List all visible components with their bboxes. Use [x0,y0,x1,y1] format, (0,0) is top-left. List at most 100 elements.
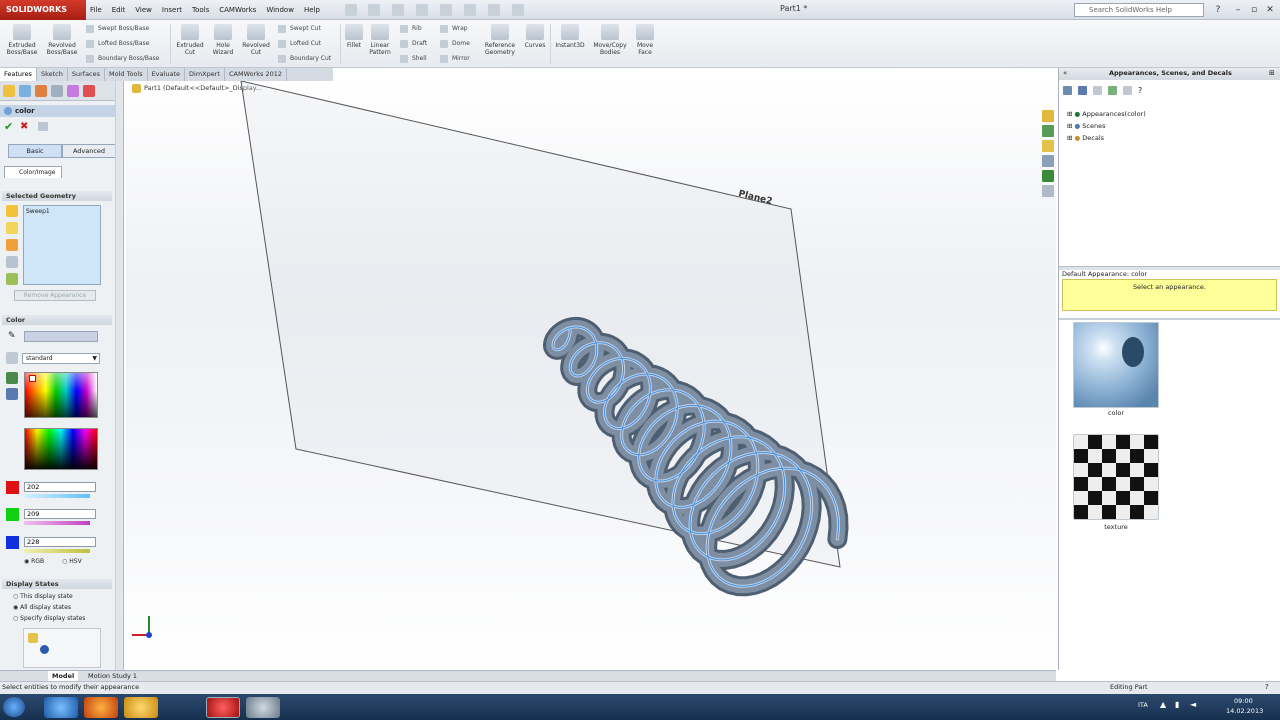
color-appearance-thumbnail[interactable] [1073,322,1159,408]
pushpin-icon[interactable] [38,122,48,131]
move-face-button[interactable]: Move Face [632,24,658,56]
move-copy-bodies-button[interactable]: Move/Copy Bodies [590,24,630,56]
blue-value-input[interactable] [24,537,96,547]
remove-appearance-button[interactable]: Remove Appearance [14,290,96,301]
camworks-icon[interactable] [83,85,95,97]
display-states-header[interactable]: Display States [2,579,112,589]
panel-scrollbar[interactable] [115,81,123,670]
property-manager-icon[interactable] [19,85,31,97]
up-icon[interactable] [1093,86,1102,95]
tree-item-appearances[interactable]: ⊞ ● Appearances(color) [1067,108,1146,120]
model-tab[interactable]: Model [48,671,79,681]
pin-icon[interactable]: ⊞ [1269,69,1275,77]
firefox-icon[interactable] [84,697,118,718]
file-explorer-tab-icon[interactable] [1042,140,1054,152]
linear-pattern-button[interactable]: Linear Pattern [366,24,394,56]
minimize-icon[interactable]: – [1232,4,1244,16]
menu-view[interactable]: View [135,3,152,17]
filter-icon[interactable] [6,273,18,285]
collapse-arrow-icon[interactable]: « [1063,69,1067,77]
select-body-icon[interactable] [6,256,18,268]
tree-item-scenes[interactable]: ⊞ ● Scenes [1067,120,1146,132]
rebuild-icon[interactable] [488,4,500,16]
volume-icon[interactable]: ◄ [1190,700,1196,709]
texture-appearance-thumbnail[interactable] [1073,434,1159,520]
menu-tools[interactable]: Tools [192,3,209,17]
menu-help[interactable]: Help [304,3,320,17]
instant3d-button[interactable]: Instant3D [554,24,586,49]
wrap-button[interactable]: Wrap [440,23,468,35]
select-part-icon[interactable] [6,205,18,217]
forward-icon[interactable] [1078,86,1087,95]
print-icon[interactable] [416,4,428,16]
menu-file[interactable]: File [90,3,102,17]
selected-geometry-header[interactable]: Selected Geometry [2,191,112,201]
menu-camworks[interactable]: CAMWorks [219,3,256,17]
boundary-boss-button[interactable]: Boundary Boss/Base [86,53,159,65]
tab-sketch[interactable]: Sketch [37,68,68,81]
options-icon[interactable] [512,4,524,16]
add-location-icon[interactable] [1108,86,1117,95]
network-icon[interactable]: ▮ [1175,700,1179,709]
lofted-boss-button[interactable]: Lofted Boss/Base [86,38,149,50]
select-feature-icon[interactable] [6,239,18,251]
selected-swatch[interactable] [29,375,36,382]
tab-dimxpert[interactable]: DimXpert [185,68,225,81]
extruded-boss-button[interactable]: Extruded Boss/Base [4,24,40,56]
menu-insert[interactable]: Insert [162,3,182,17]
language-indicator[interactable]: ITA [1138,701,1148,709]
color-spectrum[interactable] [24,428,98,470]
green-value-input[interactable] [24,509,96,519]
hsv-radio[interactable]: ○ HSV [62,558,82,565]
color-header[interactable]: Color [2,315,112,325]
color-swatches-grid[interactable] [24,372,98,418]
solidworks-taskbar-icon[interactable] [206,697,240,718]
solidworks-logo[interactable]: SOLIDWORKS [0,0,86,20]
swept-boss-button[interactable]: Swept Boss/Base [86,23,149,35]
motion-study-tab[interactable]: Motion Study 1 [84,671,141,681]
green-slider[interactable] [24,521,90,525]
tray-arrow-icon[interactable]: ▲ [1160,700,1166,709]
fillet-button[interactable]: Fillet [344,24,364,49]
revolved-boss-button[interactable]: Revolved Boss/Base [44,24,80,56]
tab-features[interactable]: Features [0,68,37,81]
resources-tab-icon[interactable] [1042,110,1054,122]
red-value-input[interactable] [24,482,96,492]
tab-camworks[interactable]: CAMWorks 2012 [225,68,288,81]
hole-wizard-button[interactable]: Hole Wizard [208,24,238,56]
mirror-button[interactable]: Mirror [440,53,470,65]
draft-button[interactable]: Draft [400,38,427,50]
new-icon[interactable] [345,4,357,16]
basic-tab[interactable]: Basic [8,144,62,158]
save-icon[interactable] [392,4,404,16]
graphics-area[interactable]: Part1 (Default<<Default>_Display... 🔍 🔍 … [126,81,1056,670]
model-viewport[interactable] [126,81,1056,670]
menu-edit[interactable]: Edit [112,3,126,17]
this-display-state-radio[interactable]: ○ This display state [13,593,73,600]
boundary-cut-button[interactable]: Boundary Cut [278,53,331,65]
display-states-list[interactable] [23,628,101,668]
close-icon[interactable]: ✕ [1264,4,1276,16]
rib-button[interactable]: Rib [400,23,422,35]
refresh-icon[interactable] [1123,86,1132,95]
selected-geometry-list[interactable]: Sweep1 [23,205,101,285]
specify-display-states-radio[interactable]: ○ Specify display states [13,615,85,622]
design-library-tab-icon[interactable] [1042,125,1054,137]
advanced-tab[interactable]: Advanced [62,144,116,158]
selected-item[interactable]: Sweep1 [26,208,50,215]
shell-button[interactable]: Shell [400,53,427,65]
swept-cut-button[interactable]: Swept Cut [278,23,321,35]
view-palette-tab-icon[interactable] [1042,155,1054,167]
display-manager-icon[interactable] [67,85,79,97]
internet-explorer-icon[interactable] [44,697,78,718]
reference-geometry-button[interactable]: Reference Geometry [480,24,520,56]
dome-button[interactable]: Dome [440,38,470,50]
all-display-states-radio[interactable]: ◉ All display states [13,604,71,611]
tab-mold-tools[interactable]: Mold Tools [105,68,148,81]
menu-window[interactable]: Window [266,3,294,17]
undo-icon[interactable] [440,4,452,16]
revolved-cut-button[interactable]: Revolved Cut [240,24,272,56]
windows-start-icon[interactable] [3,697,25,717]
extruded-cut-button[interactable]: Extruded Cut [174,24,206,56]
curves-button[interactable]: Curves [522,24,548,49]
